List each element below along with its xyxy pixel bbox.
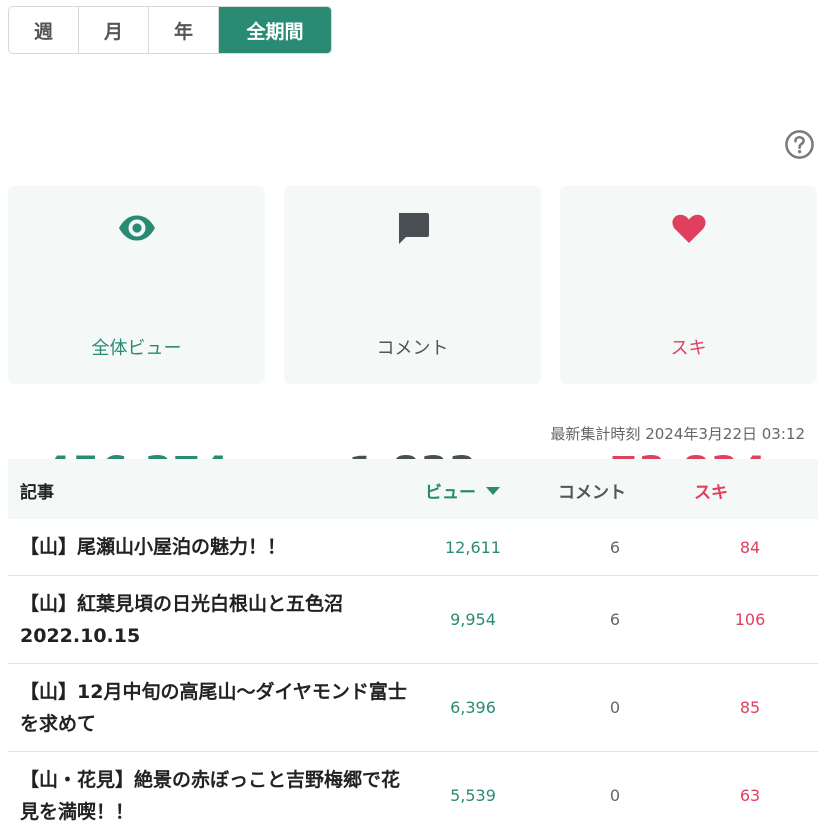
comments-card: 1,833 コメント [284,186,541,495]
row-views: 12,611 [445,538,501,557]
row-views: 6,396 [450,698,496,717]
row-comments: 0 [609,698,621,717]
header-comments[interactable]: コメント [558,478,626,503]
sort-down-icon [486,487,500,495]
header-views-label: ビュー [425,483,476,503]
row-comments: 6 [609,538,621,557]
article-title[interactable]: 【山】紅葉見頃の日光白根山と五色沼2022.10.15 [20,588,415,652]
table-row: 【山・花見】絶景の赤ぼっこと吉野梅郷で花見を満喫！！ 5,539 0 63 [8,752,818,834]
period-tabs: 週 月 年 全期間 [8,6,332,54]
comments-label: コメント [376,338,449,359]
row-views: 5,539 [450,786,496,805]
row-likes: 63 [739,786,761,805]
tab-week[interactable]: 週 [9,7,79,53]
table-row: 【山】紅葉見頃の日光白根山と五色沼2022.10.15 9,954 6 106 [8,576,818,664]
table-row: 【山】尾瀬山小屋泊の魅力！！ 12,611 6 84 [8,519,818,576]
header-article: 記事 [20,483,54,503]
likes-card: 73,834 スキ [560,186,817,495]
row-comments: 6 [609,610,621,629]
article-title[interactable]: 【山・花見】絶景の赤ぼっこと吉野梅郷で花見を満喫！！ [20,764,415,828]
row-likes: 85 [739,698,761,717]
heart-icon [671,214,706,243]
row-likes: 106 [734,610,766,629]
tab-month[interactable]: 月 [79,7,149,53]
article-title[interactable]: 【山】12月中旬の高尾山〜ダイヤモンド富士を求めて [20,676,415,740]
table-row: 【山】12月中旬の高尾山〜ダイヤモンド富士を求めて 6,396 0 85 [8,664,818,752]
last-updated-text: 最新集計時刻 2024年3月22日 03:12 [550,425,805,443]
header-likes[interactable]: スキ [694,478,728,503]
comment-icon [398,213,429,244]
likes-label: スキ [670,338,707,359]
views-label: 全体ビュー [91,338,182,359]
table-header: 記事 ビュー コメント スキ [8,459,818,519]
views-card: 456,374 全体ビュー [8,186,265,495]
row-likes: 84 [739,538,761,557]
row-views: 9,954 [450,610,496,629]
help-icon[interactable] [784,129,815,160]
tab-all-time[interactable]: 全期間 [219,7,331,53]
header-views-sort[interactable]: ビュー [425,478,500,503]
row-comments: 0 [609,786,621,805]
eye-icon [118,215,155,241]
tab-year[interactable]: 年 [149,7,219,53]
article-title[interactable]: 【山】尾瀬山小屋泊の魅力！！ [20,531,415,563]
